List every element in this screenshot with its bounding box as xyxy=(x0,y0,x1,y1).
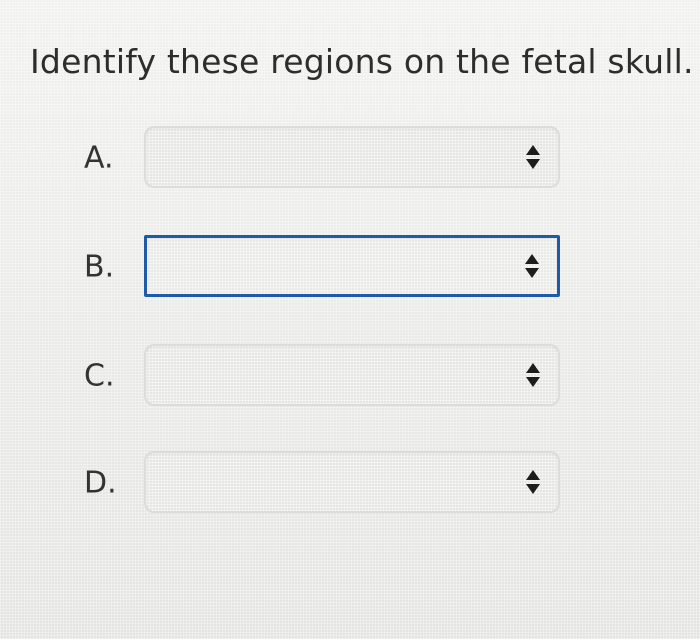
region-b-select[interactable] xyxy=(144,235,560,297)
option-label-c: C. xyxy=(84,358,115,394)
arrow-up-icon xyxy=(525,254,539,264)
up-down-arrows-icon xyxy=(525,254,539,278)
option-label-a: A. xyxy=(84,140,114,176)
answer-row-a: A. xyxy=(0,126,700,190)
quiz-page: Identify these regions on the fetal skul… xyxy=(0,0,700,639)
arrow-down-icon xyxy=(526,377,540,387)
answer-row-d: D. xyxy=(0,451,700,515)
up-down-arrows-icon xyxy=(526,145,540,169)
question-prompt: Identify these regions on the fetal skul… xyxy=(30,42,694,81)
answer-row-b: B. xyxy=(0,235,700,299)
arrow-up-icon xyxy=(526,363,540,373)
up-down-arrows-icon xyxy=(526,363,540,387)
option-label-b: B. xyxy=(84,249,115,285)
region-c-select[interactable] xyxy=(144,344,560,406)
answer-row-c: C. xyxy=(0,344,700,408)
up-down-arrows-icon xyxy=(526,470,540,494)
region-d-select[interactable] xyxy=(144,451,560,513)
arrow-down-icon xyxy=(525,268,539,278)
arrow-down-icon xyxy=(526,159,540,169)
arrow-up-icon xyxy=(526,470,540,480)
arrow-down-icon xyxy=(526,484,540,494)
arrow-up-icon xyxy=(526,145,540,155)
option-label-d: D. xyxy=(84,465,117,501)
region-a-select[interactable] xyxy=(144,126,560,188)
